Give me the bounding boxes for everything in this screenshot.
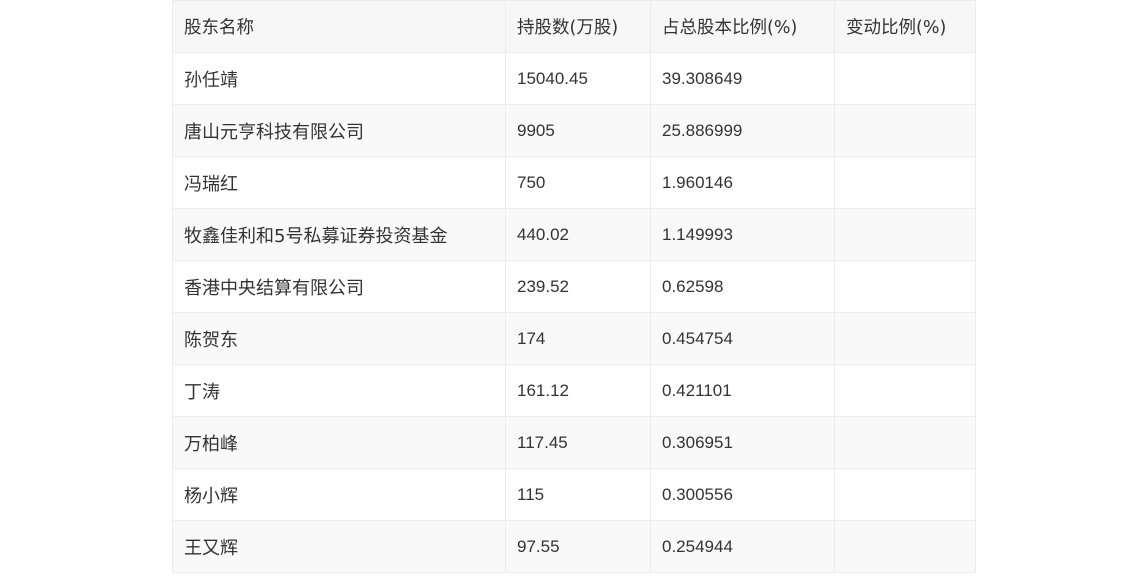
cell-share-ratio: 0.454754 [650, 312, 835, 365]
cell-change-ratio [834, 260, 976, 313]
cell-shares-held: 117.45 [505, 416, 651, 469]
cell-share-ratio: 0.62598 [650, 260, 835, 313]
cell-change-ratio [834, 312, 976, 365]
cell-shares-held: 174 [505, 312, 651, 365]
cell-shareholder-name: 牧鑫佳利和5号私募证券投资基金 [172, 208, 506, 261]
cell-shares-held: 9905 [505, 104, 651, 157]
header-shares-held: 持股数(万股) [505, 0, 651, 53]
table-row: 丁涛 161.12 0.421101 [172, 364, 976, 417]
header-share-ratio: 占总股本比例(%) [650, 0, 835, 53]
cell-share-ratio: 1.960146 [650, 156, 835, 209]
cell-shareholder-name: 香港中央结算有限公司 [172, 260, 506, 313]
cell-change-ratio [834, 364, 976, 417]
cell-share-ratio: 39.308649 [650, 52, 835, 105]
header-row: 股东名称 持股数(万股) 占总股本比例(%) 变动比例(%) [172, 0, 976, 53]
cell-shareholder-name: 唐山元亨科技有限公司 [172, 104, 506, 157]
cell-shareholder-name: 万柏峰 [172, 416, 506, 469]
cell-change-ratio [834, 104, 976, 157]
table-row: 牧鑫佳利和5号私募证券投资基金 440.02 1.149993 [172, 208, 976, 261]
cell-shares-held: 750 [505, 156, 651, 209]
table-row: 香港中央结算有限公司 239.52 0.62598 [172, 260, 976, 313]
cell-share-ratio: 0.300556 [650, 468, 835, 521]
cell-share-ratio: 25.886999 [650, 104, 835, 157]
cell-shares-held: 440.02 [505, 208, 651, 261]
table-row: 唐山元亨科技有限公司 9905 25.886999 [172, 104, 976, 157]
table-row: 孙任靖 15040.45 39.308649 [172, 52, 976, 105]
header-shareholder-name: 股东名称 [172, 0, 506, 53]
cell-shares-held: 97.55 [505, 520, 651, 573]
table-row: 陈贺东 174 0.454754 [172, 312, 976, 365]
table-header: 股东名称 持股数(万股) 占总股本比例(%) 变动比例(%) [172, 0, 976, 53]
cell-shareholder-name: 杨小辉 [172, 468, 506, 521]
header-change-ratio: 变动比例(%) [834, 0, 976, 53]
cell-change-ratio [834, 52, 976, 105]
cell-shares-held: 115 [505, 468, 651, 521]
cell-share-ratio: 0.421101 [650, 364, 835, 417]
cell-shareholder-name: 孙任靖 [172, 52, 506, 105]
cell-shares-held: 239.52 [505, 260, 651, 313]
cell-share-ratio: 1.149993 [650, 208, 835, 261]
cell-change-ratio [834, 156, 976, 209]
cell-share-ratio: 0.254944 [650, 520, 835, 573]
cell-shareholder-name: 陈贺东 [172, 312, 506, 365]
cell-share-ratio: 0.306951 [650, 416, 835, 469]
cell-shares-held: 15040.45 [505, 52, 651, 105]
cell-change-ratio [834, 468, 976, 521]
cell-change-ratio [834, 208, 976, 261]
cell-shareholder-name: 丁涛 [172, 364, 506, 417]
table-row: 杨小辉 115 0.300556 [172, 468, 976, 521]
table-row: 王又辉 97.55 0.254944 [172, 520, 976, 573]
cell-change-ratio [834, 520, 976, 573]
table-body: 孙任靖 15040.45 39.308649 唐山元亨科技有限公司 9905 2… [172, 52, 976, 573]
shareholder-table: 股东名称 持股数(万股) 占总股本比例(%) 变动比例(%) 孙任靖 15040… [172, 0, 976, 573]
cell-change-ratio [834, 416, 976, 469]
cell-shares-held: 161.12 [505, 364, 651, 417]
cell-shareholder-name: 王又辉 [172, 520, 506, 573]
table-row: 冯瑞红 750 1.960146 [172, 156, 976, 209]
table-row: 万柏峰 117.45 0.306951 [172, 416, 976, 469]
shareholder-table-container: 股东名称 持股数(万股) 占总股本比例(%) 变动比例(%) 孙任靖 15040… [172, 0, 976, 573]
cell-shareholder-name: 冯瑞红 [172, 156, 506, 209]
